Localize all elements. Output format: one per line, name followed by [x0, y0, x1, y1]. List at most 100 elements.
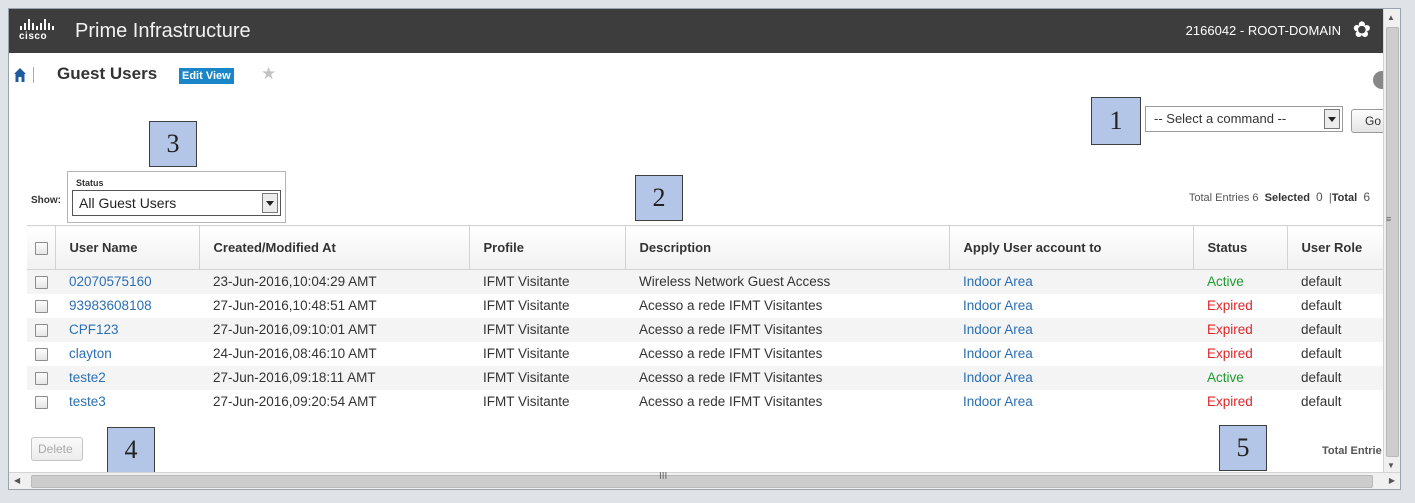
horizontal-scrollbar[interactable]: ◀ III ▶ [9, 471, 1400, 489]
user-role-cell: default [1301, 298, 1342, 313]
delete-button[interactable]: Delete [31, 437, 83, 461]
selected-label: Selected [1264, 192, 1310, 204]
row-checkbox[interactable] [35, 395, 48, 409]
scroll-down-arrow-icon[interactable]: ▼ [1387, 461, 1395, 470]
app-name: Prime Infrastructure [75, 20, 251, 42]
table-row: teste2 27-Jun-2016,09:18:11 AMT IFMT Vis… [27, 365, 1383, 390]
apply-to-link[interactable]: Indoor Area [949, 294, 1193, 318]
cisco-logo: cisco [19, 19, 59, 45]
description-cell: Acesso a rede IFMT Visitantes [625, 365, 949, 390]
profile-cell: IFMT Visitante [469, 317, 625, 342]
vertical-scroll-thumb[interactable] [1386, 27, 1399, 457]
show-label: Show: [31, 195, 61, 206]
description-cell: Acesso a rede IFMT Visitantes [639, 298, 823, 313]
user-role-cell: default [1287, 317, 1383, 342]
guest-users-table: User Name Created/Modified At Profile De… [27, 225, 1384, 414]
profile-cell: IFMT Visitante [483, 394, 570, 409]
annotation-4: 4 [107, 427, 155, 473]
user-name-link[interactable]: 93983608108 [55, 294, 199, 318]
entries-summary: Total Entries 6 Selected 0 |Total 6 [1188, 190, 1370, 204]
status-cell: Expired [1207, 298, 1253, 313]
table-row: 93983608108 27-Jun-2016,10:48:51 AMT IFM… [27, 294, 1383, 318]
total-entries-value: 6 [1252, 192, 1259, 204]
user-role-cell: default [1287, 365, 1383, 390]
select-all-cell [27, 225, 56, 270]
apply-to-link[interactable]: Indoor Area [949, 269, 1193, 294]
command-select[interactable]: -- Select a command -- [1145, 106, 1343, 132]
table-header-row: User Name Created/Modified At Profile De… [27, 225, 1384, 270]
scroll-grip-icon: ≡ [1386, 214, 1392, 224]
row-checkbox-cell [27, 342, 55, 366]
domain-selector[interactable]: 2166042 - ROOT-DOMAIN [1186, 23, 1341, 38]
cisco-logo-text: cisco [19, 31, 48, 42]
dropdown-arrow-icon[interactable] [1324, 109, 1340, 129]
column-header-apply-to[interactable]: Apply User account to [949, 225, 1194, 270]
status-filter: Status All Guest Users [67, 171, 286, 223]
created-cell: 27-Jun-2016,09:10:01 AMT [199, 317, 469, 342]
vertical-scrollbar[interactable]: ▲ ≡ ▼ [1383, 9, 1400, 473]
top-header: cisco Prime Infrastructure 2166042 - ROO… [9, 9, 1383, 53]
row-checkbox[interactable] [35, 371, 48, 385]
column-header-user-name[interactable]: User Name [55, 225, 200, 270]
description-cell: Acesso a rede IFMT Visitantes [625, 317, 949, 342]
user-name-link[interactable]: teste3 [55, 390, 199, 414]
row-checkbox-cell [27, 294, 55, 318]
total-entries-label: Total Entries [1188, 192, 1250, 204]
annotation-3: 3 [149, 121, 197, 167]
status-cell: Expired [1207, 394, 1253, 409]
scroll-up-arrow-icon[interactable]: ▲ [1387, 13, 1395, 22]
breadcrumb-divider [33, 67, 34, 83]
select-all-checkbox[interactable] [35, 242, 48, 256]
breadcrumb: Guest Users Edit View ★ [9, 53, 1383, 93]
apply-to-link[interactable]: Indoor Area [949, 317, 1193, 342]
profile-cell: IFMT Visitante [469, 365, 625, 390]
status-select[interactable]: All Guest Users [72, 190, 281, 216]
created-cell: 23-Jun-2016,10:04:29 AMT [199, 269, 469, 294]
row-checkbox-cell [27, 269, 55, 294]
status-select-value: All Guest Users [79, 195, 177, 211]
user-name-link[interactable]: clayton [55, 342, 199, 366]
apply-to-link[interactable]: Indoor Area [949, 390, 1193, 414]
status-cell: Expired [1193, 317, 1287, 342]
row-checkbox-cell [27, 365, 55, 390]
user-role-cell: default [1287, 269, 1383, 294]
total-value: 6 [1363, 190, 1370, 204]
row-checkbox[interactable] [35, 276, 48, 290]
apply-to-link[interactable]: Indoor Area [949, 365, 1193, 390]
edit-view-link[interactable]: Edit View [179, 68, 234, 84]
column-header-user-role[interactable]: User Role [1287, 225, 1384, 270]
dropdown-arrow-icon[interactable] [262, 193, 278, 213]
selected-value: 0 [1316, 190, 1323, 204]
table-row: CPF123 27-Jun-2016,09:10:01 AMT IFMT Vis… [27, 317, 1383, 342]
scroll-right-arrow-icon[interactable]: ▶ [1389, 476, 1395, 485]
star-icon[interactable]: ★ [261, 64, 276, 84]
user-name-link[interactable]: 02070575160 [55, 269, 199, 294]
created-cell: 24-Jun-2016,08:46:10 AMT [213, 346, 377, 361]
profile-cell: IFMT Visitante [469, 269, 625, 294]
row-checkbox-cell [27, 317, 55, 342]
column-header-created[interactable]: Created/Modified At [199, 225, 470, 270]
status-cell: Expired [1207, 346, 1253, 361]
gear-icon[interactable]: ✿ [1353, 18, 1371, 42]
apply-to-link[interactable]: Indoor Area [949, 342, 1193, 366]
browser-frame: cisco Prime Infrastructure 2166042 - ROO… [8, 8, 1401, 490]
row-checkbox[interactable] [35, 299, 48, 313]
row-checkbox[interactable] [35, 347, 48, 361]
command-select-value: -- Select a command -- [1154, 111, 1287, 126]
column-header-status[interactable]: Status [1193, 225, 1288, 270]
created-cell: 27-Jun-2016,09:18:11 AMT [199, 365, 469, 390]
help-icon[interactable] [1373, 71, 1383, 89]
column-header-description[interactable]: Description [625, 225, 950, 270]
column-header-profile[interactable]: Profile [469, 225, 626, 270]
page-title: Guest Users [57, 64, 158, 83]
scroll-left-arrow-icon[interactable]: ◀ [14, 476, 20, 485]
horizontal-scroll-thumb[interactable] [31, 475, 1373, 488]
scroll-grip-icon: III [659, 471, 668, 482]
row-checkbox-cell [27, 390, 55, 414]
table-row: clayton 24-Jun-2016,08:46:10 AMT IFMT Vi… [27, 342, 1383, 366]
row-checkbox[interactable] [35, 323, 48, 337]
user-name-link[interactable]: CPF123 [55, 317, 199, 342]
home-icon[interactable] [13, 67, 27, 83]
cisco-logo-bars [20, 19, 59, 30]
user-name-link[interactable]: teste2 [55, 365, 199, 390]
